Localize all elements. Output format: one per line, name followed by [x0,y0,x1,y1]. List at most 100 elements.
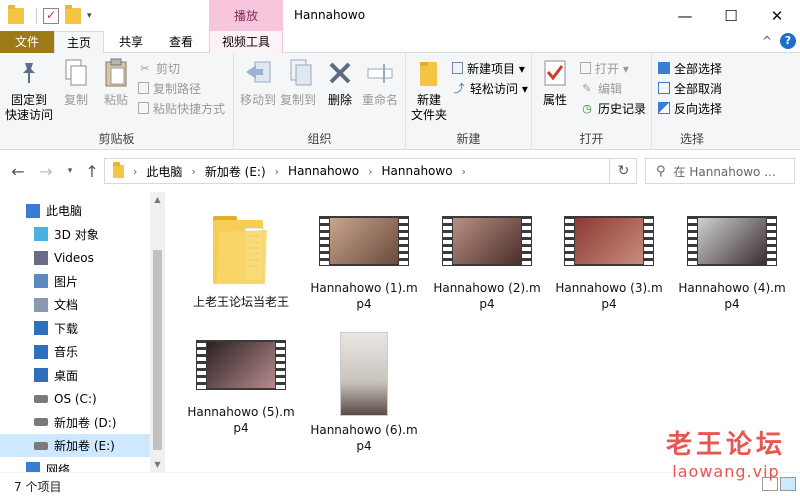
invert-selection-button[interactable]: 反向选择 [658,98,722,118]
delete-button[interactable]: 删除 [322,57,358,108]
copy-to-button[interactable]: 复制到 [278,57,318,108]
nav-item[interactable]: 新加卷 (E:) [0,434,150,457]
nav-item[interactable]: 新加卷 (D:) [0,411,150,434]
nav-item[interactable]: 3D 对象 [0,223,150,246]
maximize-button[interactable]: ☐ [708,0,754,31]
rename-button[interactable]: 重命名 [358,57,402,108]
video-icon [34,250,48,265]
history-button[interactable]: ◷ 历史记录 [580,98,646,118]
nav-item[interactable]: 网络 [0,458,150,473]
select-all-button[interactable]: 全部选择 [658,58,722,78]
nav-scrollbar[interactable]: ▲ ▼ [150,192,165,472]
customize-toolbar-chevron-icon[interactable]: ▾ [87,11,92,21]
search-box[interactable]: ⚲ 在 Hannahowo ... [645,158,795,184]
open-label: 打开 ▾ [595,61,629,76]
close-button[interactable]: ✕ [754,0,800,31]
file-item[interactable]: Hannahowo (4).mp4 [678,208,786,312]
up-arrow-icon[interactable]: ↑ [82,161,102,181]
easy-access-button[interactable]: ⤴ 轻松访问 ▾ [452,78,528,98]
folder-icon[interactable] [8,5,24,24]
nav-item-label: 图片 [54,274,79,289]
copy-button[interactable]: 复制 [58,57,94,108]
tab-share[interactable]: 共享 [108,31,154,53]
paste-button[interactable]: 粘贴 [98,57,134,108]
nav-item[interactable]: 此电脑 [0,199,150,222]
breadcrumb-this-pc[interactable]: 此电脑 [146,163,182,180]
open-button[interactable]: 打开 ▾ [580,58,629,78]
file-name: Hannahowo (3).mp4 [555,281,663,311]
forward-arrow-icon[interactable]: → [36,161,56,181]
tab-file[interactable]: 文件 [0,31,54,53]
properties-button[interactable]: 属性 [536,57,574,108]
file-item[interactable]: Hannahowo (6).mp4 [310,332,418,454]
paste-shortcut-button[interactable]: 粘贴快捷方式 [138,98,225,118]
breadcrumb-hannahowo-parent[interactable]: Hannahowo [288,164,359,178]
new-group: 新建 文件夹 新建项目 ▾ ⤴ 轻松访问 ▾ 新建 [406,53,532,150]
new-folder-label: 新建 文件夹 [410,93,447,122]
edit-button[interactable]: ✎ 编辑 [580,78,622,98]
paste-icon [100,57,132,89]
nav-item[interactable]: 图片 [0,270,150,293]
file-item[interactable]: Hannahowo (1).mp4 [310,208,418,312]
properties-check-icon[interactable]: ✓ [43,8,59,24]
new-folder-button[interactable]: 新建 文件夹 [408,57,450,123]
nav-item-label: 网络 [46,462,71,473]
file-name: Hannahowo (1).mp4 [310,281,418,311]
select-none-icon [658,82,670,94]
breadcrumb-separator: › [191,164,196,178]
tab-view[interactable]: 查看 [158,31,204,53]
scroll-down-icon[interactable]: ▼ [150,457,165,472]
new-item-button[interactable]: 新建项目 ▾ [452,58,525,78]
edit-pencil-icon: ✎ [582,81,592,95]
properties-icon [539,57,571,89]
scroll-thumb[interactable] [153,250,162,450]
video-thumbnail [340,332,388,416]
file-item[interactable]: Hannahowo (5).mp4 [187,332,295,436]
file-item[interactable]: 上老王论坛当老王 [187,208,295,310]
refresh-icon[interactable]: ↻ [609,158,637,184]
recent-locations-chevron-icon[interactable]: ▾ [60,161,80,181]
nav-item[interactable]: OS (C:) [0,387,150,410]
nav-item[interactable]: 文档 [0,293,150,316]
drive-icon [34,394,48,403]
breadcrumb-separator: › [461,164,466,178]
nav-item-label: 3D 对象 [54,227,99,242]
nav-item[interactable]: 下载 [0,317,150,340]
nav-item[interactable]: 桌面 [0,364,150,387]
minimize-button[interactable]: — [662,0,708,31]
organize-group-label: 组织 [307,132,332,146]
cube-icon [34,227,48,241]
back-arrow-icon[interactable]: ← [8,161,28,181]
file-name: Hannahowo (2).mp4 [433,281,541,311]
tab-video-tools[interactable]: 视频工具 [209,31,283,53]
delete-label: 删除 [327,93,352,107]
move-to-icon [242,57,274,89]
cut-button[interactable]: ✂ 剪切 [138,58,180,78]
picture-icon [34,274,48,288]
file-item[interactable]: Hannahowo (2).mp4 [433,208,541,312]
context-tab-header: 播放 [209,0,283,31]
tab-home[interactable]: 主页 [54,31,104,54]
nav-item[interactable]: Videos [0,246,150,269]
pin-quick-access-button[interactable]: 固定到 快速访问 [4,57,54,123]
breadcrumb-drive-e[interactable]: 新加卷 (E:) [205,163,266,180]
nav-item[interactable]: 音乐 [0,340,150,363]
watermark-cn: 老王论坛 [665,430,786,460]
breadcrumb-hannahowo-current[interactable]: Hannahowo [382,164,453,178]
new-folder-icon[interactable] [65,5,81,24]
file-name: Hannahowo (5).mp4 [187,405,295,435]
file-item[interactable]: Hannahowo (3).mp4 [555,208,663,312]
help-icon[interactable]: ? [780,33,796,49]
copy-path-button[interactable]: 复制路径 [138,78,201,98]
paste-shortcut-icon [138,102,149,114]
select-none-button[interactable]: 全部取消 [658,78,722,98]
desktop-icon [34,368,48,382]
collapse-ribbon-icon[interactable]: ^ [762,34,772,48]
copy-label: 复制 [63,93,88,107]
scroll-up-icon[interactable]: ▲ [150,192,165,207]
move-to-button[interactable]: 移动到 [238,57,278,108]
video-thumbnail [196,340,286,398]
paste-shortcut-label: 粘贴快捷方式 [153,101,226,116]
drive-icon [34,441,48,450]
address-bar[interactable]: › 此电脑 › 新加卷 (E:) › Hannahowo › Hannahowo… [104,158,637,184]
